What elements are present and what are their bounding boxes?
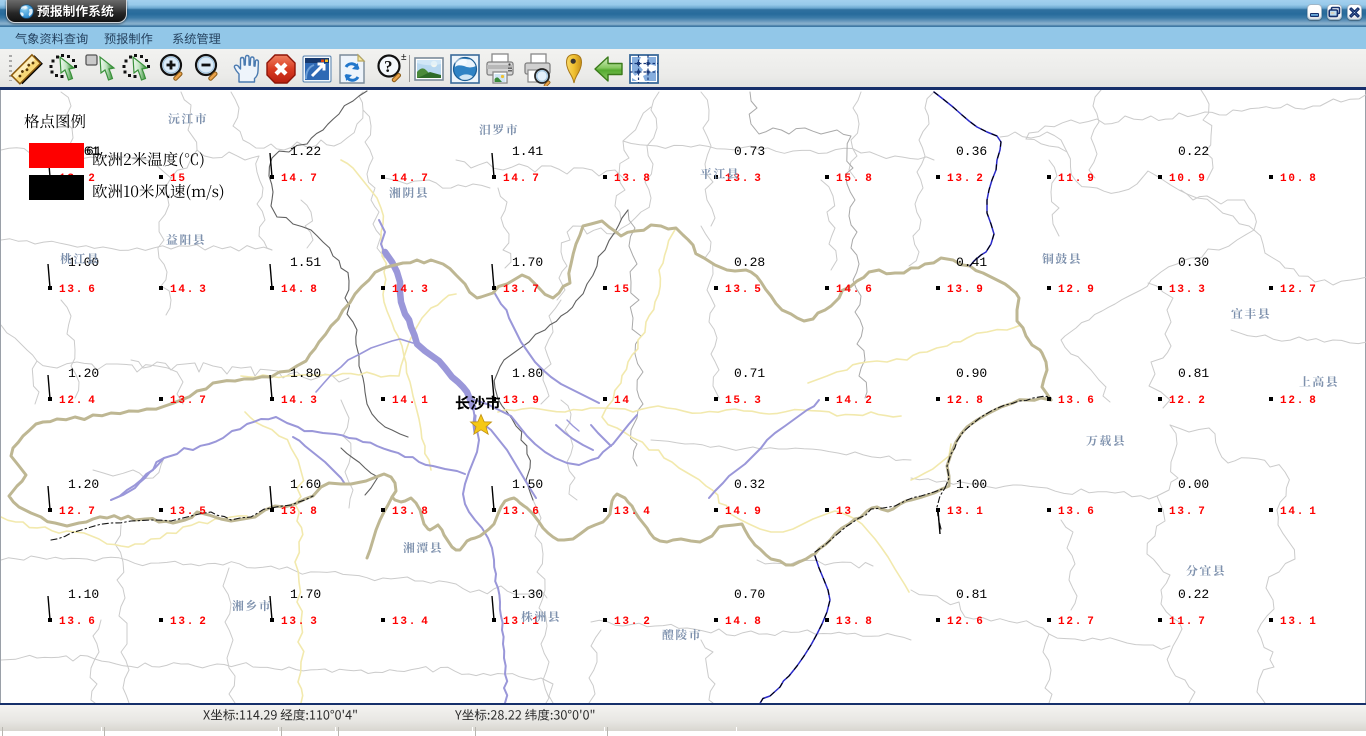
- svg-text:0.30: 0.30: [1178, 255, 1209, 270]
- svg-text:0.81: 0.81: [1178, 366, 1209, 381]
- svg-text:13. 8: 13. 8: [281, 506, 319, 518]
- svg-text:13. 9: 13. 9: [503, 395, 541, 407]
- svg-text:12. 4: 12. 4: [59, 395, 97, 407]
- svg-text:14. 6: 14. 6: [836, 284, 874, 296]
- svg-text:1.22: 1.22: [290, 144, 321, 159]
- svg-text:13. 8: 13. 8: [614, 173, 652, 185]
- svg-text:0.22: 0.22: [1178, 144, 1209, 159]
- svg-text:0.73: 0.73: [734, 144, 765, 159]
- svg-text:0.41: 0.41: [956, 255, 987, 270]
- svg-text:13. 6: 13. 6: [1058, 395, 1096, 407]
- svg-text:14. 3: 14. 3: [281, 395, 319, 407]
- svg-text:1.41: 1.41: [512, 144, 543, 159]
- svg-text:13. 1: 13. 1: [947, 506, 985, 518]
- svg-text:0.28: 0.28: [734, 255, 765, 270]
- svg-text:12. 2: 12. 2: [1169, 395, 1207, 407]
- svg-text:14. 1: 14. 1: [392, 395, 430, 407]
- svg-text:10. 8: 10. 8: [1280, 173, 1318, 185]
- svg-text:11. 7: 11. 7: [1169, 616, 1207, 628]
- svg-text:11. 9: 11. 9: [1058, 173, 1096, 185]
- svg-text:13. 6: 13. 6: [503, 506, 541, 518]
- svg-text:12. 8: 12. 8: [1280, 395, 1318, 407]
- svg-text:0.90: 0.90: [956, 366, 987, 381]
- svg-text:13. 1: 13. 1: [1280, 616, 1318, 628]
- svg-text:0.00: 0.00: [1178, 477, 1209, 492]
- svg-text:13. 2: 13. 2: [947, 173, 985, 185]
- svg-text:15: 15: [614, 284, 631, 296]
- svg-text:13. 3: 13. 3: [1169, 284, 1207, 296]
- svg-text:13. 3: 13. 3: [281, 616, 319, 628]
- svg-text:15. 3: 15. 3: [725, 395, 763, 407]
- svg-text:14. 7: 14. 7: [281, 173, 319, 185]
- svg-text:14. 8: 14. 8: [281, 284, 319, 296]
- svg-text:14: 14: [614, 395, 631, 407]
- svg-text:13. 7: 13. 7: [503, 284, 541, 296]
- svg-text:1.10: 1.10: [68, 587, 99, 602]
- svg-text:13. 7: 13. 7: [1169, 506, 1207, 518]
- svg-text:13. 7: 13. 7: [170, 395, 208, 407]
- svg-text:13. 6: 13. 6: [59, 616, 97, 628]
- svg-text:14. 9: 14. 9: [725, 506, 763, 518]
- svg-text:0.32: 0.32: [734, 477, 765, 492]
- svg-text:12. 7: 12. 7: [1058, 616, 1096, 628]
- svg-text:14. 8: 14. 8: [725, 616, 763, 628]
- svg-text:0.22: 0.22: [1178, 587, 1209, 602]
- svg-text:14. 3: 14. 3: [170, 284, 208, 296]
- svg-text:15. 8: 15. 8: [836, 173, 874, 185]
- svg-text:14. 2: 14. 2: [836, 395, 874, 407]
- svg-text:13. 6: 13. 6: [59, 284, 97, 296]
- svg-text:1.00: 1.00: [956, 477, 987, 492]
- svg-text:10. 9: 10. 9: [1169, 173, 1207, 185]
- svg-text:1.80: 1.80: [290, 366, 321, 381]
- svg-text:12. 7: 12. 7: [1280, 284, 1318, 296]
- svg-text:1.51: 1.51: [290, 255, 321, 270]
- svg-text:13. 1: 13. 1: [503, 616, 541, 628]
- svg-text:0.71: 0.71: [734, 366, 765, 381]
- svg-text:13. 2: 13. 2: [170, 616, 208, 628]
- svg-text:13. 2: 13. 2: [614, 616, 652, 628]
- svg-text:13. 4: 13. 4: [614, 506, 652, 518]
- svg-text:15: 15: [170, 173, 187, 185]
- svg-text:13. 8: 13. 8: [836, 616, 874, 628]
- svg-text:0.36: 0.36: [956, 144, 987, 159]
- svg-text:14. 1: 14. 1: [1280, 506, 1318, 518]
- svg-text:?: ?: [384, 57, 393, 76]
- svg-text:13. 6: 13. 6: [1058, 506, 1096, 518]
- svg-text:13. 5: 13. 5: [170, 506, 208, 518]
- svg-text:12. 8: 12. 8: [947, 395, 985, 407]
- svg-text:1.30: 1.30: [512, 587, 543, 602]
- svg-text:12. 9: 12. 9: [1058, 284, 1096, 296]
- svg-text:13. 9: 13. 9: [947, 284, 985, 296]
- svg-text:12. 6: 12. 6: [947, 616, 985, 628]
- svg-text:0.70: 0.70: [734, 587, 765, 602]
- svg-text:1.20: 1.20: [68, 366, 99, 381]
- svg-text:1.20: 1.20: [68, 477, 99, 492]
- svg-text:14. 7: 14. 7: [503, 173, 541, 185]
- svg-text:1.50: 1.50: [512, 477, 543, 492]
- svg-text:1.70: 1.70: [512, 255, 543, 270]
- svg-text:14. 7: 14. 7: [392, 173, 430, 185]
- svg-text:13: 13: [836, 506, 853, 518]
- svg-text:0.81: 0.81: [956, 587, 987, 602]
- svg-text:±: ±: [401, 52, 407, 63]
- svg-text:13. 5: 13. 5: [725, 284, 763, 296]
- svg-text:1.60: 1.60: [290, 477, 321, 492]
- svg-text:12. 7: 12. 7: [59, 506, 97, 518]
- svg-text:14. 3: 14. 3: [392, 284, 430, 296]
- svg-text:13. 4: 13. 4: [392, 616, 430, 628]
- svg-text:13. 8: 13. 8: [392, 506, 430, 518]
- svg-text:1.80: 1.80: [512, 366, 543, 381]
- svg-text:1.70: 1.70: [290, 587, 321, 602]
